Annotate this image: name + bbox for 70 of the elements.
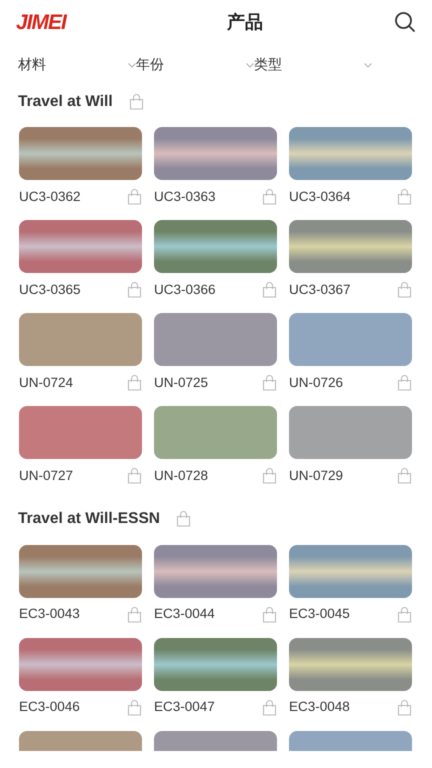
bag-icon[interactable]	[128, 94, 144, 110]
page-title: 产品	[226, 10, 263, 34]
product-code: UC3-0362	[19, 188, 81, 206]
color-swatch[interactable]	[19, 638, 142, 690]
bag-icon[interactable]	[127, 282, 142, 298]
bag-icon[interactable]	[397, 606, 412, 622]
product-code: EC3-0045	[289, 605, 350, 624]
product-code: EC3-0044	[154, 605, 215, 624]
bag-icon[interactable]	[127, 468, 142, 484]
filter-dropdown[interactable]: 类型	[254, 54, 372, 76]
product-code: EC3-0048	[289, 698, 350, 716]
color-swatch[interactable]	[154, 127, 277, 180]
section-title: Travel at Will-ESSN	[18, 509, 160, 530]
bag-icon[interactable]	[397, 468, 412, 484]
product-code: UN-0726	[289, 374, 344, 392]
bag-icon[interactable]	[397, 282, 412, 298]
bag-icon[interactable]	[262, 468, 277, 484]
color-swatch[interactable]	[289, 544, 412, 598]
search-icon[interactable]	[394, 11, 416, 33]
section-title: Travel at Will	[18, 92, 113, 112]
bag-icon[interactable]	[127, 606, 142, 622]
color-swatch[interactable]	[19, 127, 142, 180]
chevron-icon	[364, 62, 372, 68]
product-code: UN-0729	[289, 467, 344, 486]
bag-icon[interactable]	[262, 282, 277, 298]
product-code: UN-0727	[19, 467, 74, 486]
filter-dropdown[interactable]: 材料	[18, 54, 136, 76]
chevron-icon	[246, 62, 254, 68]
bag-icon[interactable]	[127, 375, 142, 392]
color-swatch[interactable]	[154, 544, 277, 598]
bag-icon[interactable]	[397, 700, 412, 716]
color-swatch[interactable]	[19, 313, 142, 366]
product-code: UC3-0363	[154, 188, 216, 206]
color-swatch[interactable]	[289, 127, 412, 180]
bag-icon[interactable]	[262, 189, 277, 206]
color-swatch[interactable]	[154, 638, 277, 690]
product-code: EC3-0043	[19, 605, 80, 624]
bag-icon[interactable]	[397, 375, 412, 392]
product-code: UC3-0366	[154, 281, 216, 300]
bag-icon[interactable]	[262, 700, 277, 716]
bag-icon[interactable]	[397, 189, 412, 206]
product-code: UC3-0367	[289, 281, 351, 300]
product-code: UN-0728	[154, 467, 208, 486]
product-code: UN-0725	[154, 374, 208, 392]
color-swatch[interactable]	[19, 544, 142, 598]
color-swatch[interactable]	[19, 220, 142, 274]
product-code: EC3-0046	[19, 698, 80, 716]
product-code: UC3-0365	[19, 281, 81, 300]
color-swatch[interactable]	[154, 313, 277, 366]
bag-icon[interactable]	[176, 510, 191, 527]
color-swatch[interactable]	[154, 220, 277, 274]
color-swatch[interactable]	[289, 730, 412, 750]
brand-logo: JIMEI	[16, 12, 66, 32]
color-swatch[interactable]	[289, 406, 412, 460]
product-code: UN-0724	[19, 374, 74, 392]
product-code: EC3-0047	[154, 698, 215, 716]
color-swatch[interactable]	[289, 220, 412, 274]
color-swatch[interactable]	[19, 730, 142, 750]
filter-dropdown[interactable]: 年份	[136, 54, 254, 76]
bag-icon[interactable]	[127, 700, 142, 716]
bag-icon[interactable]	[262, 606, 277, 622]
color-swatch[interactable]	[154, 406, 277, 460]
color-swatch[interactable]	[289, 638, 412, 690]
bag-icon[interactable]	[127, 189, 142, 206]
chevron-icon	[128, 62, 136, 68]
color-swatch[interactable]	[19, 406, 142, 460]
product-code: UC3-0364	[289, 188, 351, 206]
color-swatch[interactable]	[289, 313, 412, 366]
color-swatch[interactable]	[154, 730, 277, 750]
bag-icon[interactable]	[262, 375, 277, 392]
